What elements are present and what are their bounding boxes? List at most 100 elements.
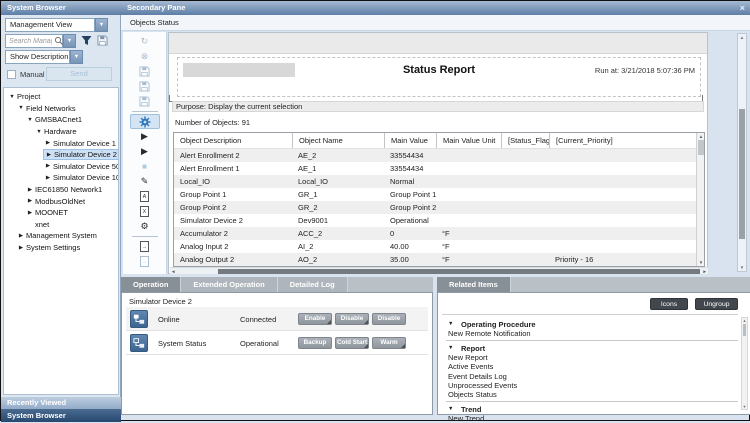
cold-start-button[interactable]: Cold Start — [335, 337, 369, 349]
scroll-down-icon[interactable]: ▼ — [697, 260, 705, 265]
operation-row-system-status: System Status Operational Backup Cold St… — [126, 331, 428, 355]
column-header: Object Name — [292, 133, 384, 148]
toolbar-separator — [132, 236, 158, 237]
tree-item-simulator-device-50[interactable]: ▶Simulator Device 50 — [4, 161, 118, 173]
edit-icon[interactable]: ✎ — [130, 174, 160, 189]
tree-item-management-system[interactable]: ▶Management System — [4, 230, 118, 242]
send-button[interactable]: Send — [46, 67, 112, 81]
save-as-icon[interactable] — [130, 79, 160, 94]
related-item-objects-status[interactable]: Objects Status — [446, 390, 738, 399]
tree-item-moonet[interactable]: ▶MOONET — [4, 207, 118, 219]
related-item-new-remote-notification[interactable]: New Remote Notification — [446, 329, 738, 338]
icons-button[interactable]: Icons — [650, 298, 688, 310]
related-item-new-trend[interactable]: New Trend — [446, 414, 738, 423]
related-item-event-details-log[interactable]: Event Details Log — [446, 372, 738, 381]
view-select[interactable]: Management View — [5, 18, 95, 32]
scroll-left-icon[interactable]: ◄ — [171, 268, 175, 275]
tree-item-simulator-device-100[interactable]: ▶Simulator Device 100 — [4, 172, 118, 184]
chevron-expanded-icon: ▼ — [446, 406, 460, 412]
cell — [436, 162, 501, 175]
search-dropdown-icon[interactable]: ▼ — [63, 34, 76, 48]
scroll-down-icon[interactable]: ▼ — [742, 404, 747, 409]
tree-item-xnet[interactable]: ▶xnet — [4, 219, 118, 231]
warm-start-button[interactable]: Warm Start — [372, 337, 406, 349]
cell: ACC_2 — [292, 227, 384, 240]
selected-device-label: Simulator Device 2 — [129, 297, 192, 306]
settings-gear-icon[interactable] — [130, 114, 160, 129]
group-trend[interactable]: ▼Trend — [446, 404, 738, 414]
backup-button[interactable]: Backup — [298, 337, 332, 349]
report-vertical-scrollbar[interactable]: ▲ ▼ — [737, 33, 747, 272]
stop-icon[interactable]: ■ — [130, 159, 160, 174]
export-icon[interactable]: → — [130, 239, 160, 254]
scroll-down-icon[interactable]: ▼ — [738, 265, 746, 270]
scroll-up-icon[interactable]: ▲ — [697, 134, 705, 139]
cell: °F — [436, 227, 501, 240]
close-icon[interactable]: × — [740, 1, 745, 15]
tree-item-simulator-device-1[interactable]: ▶Simulator Device 1 — [4, 137, 118, 149]
operation-panel: Operation Extended Operation Detailed Lo… — [121, 277, 433, 415]
group-operating-procedure[interactable]: ▼Operating Procedure — [446, 319, 738, 329]
cell: AE_2 — [292, 149, 384, 162]
save-filter-icon[interactable] — [97, 35, 109, 47]
ungroup-button[interactable]: Ungroup — [695, 298, 738, 310]
cell — [549, 214, 696, 227]
tree-item-gmsbacnet1[interactable]: ▼GMSBACnet1 — [4, 114, 118, 126]
enable-button[interactable]: Enable — [298, 313, 332, 325]
cell — [501, 240, 549, 253]
recently-viewed-bar[interactable]: Recently Viewed — [1, 397, 121, 409]
table-scrollbar[interactable]: ▲ ▼ — [696, 133, 704, 266]
cell — [436, 175, 501, 188]
tab-related-items[interactable]: Related Items — [437, 277, 510, 292]
tree-item-modbusoldnet[interactable]: ▶ModbusOldNet — [4, 195, 118, 207]
description-select[interactable]: Show Description — [5, 50, 70, 64]
chevron-down-icon[interactable]: ▼ — [95, 18, 108, 32]
disable-button[interactable]: Disable — [335, 313, 369, 325]
tab-detailed-log[interactable]: Detailed Log — [278, 277, 347, 292]
scroll-up-icon[interactable]: ▲ — [738, 35, 746, 40]
tree-item-hardware[interactable]: ▼Hardware — [4, 126, 118, 138]
chevron-collapsed-icon: ▶ — [17, 245, 25, 251]
import-icon[interactable]: → — [130, 254, 160, 269]
scrollbar-thumb[interactable] — [698, 140, 704, 155]
filter-icon[interactable] — [81, 35, 93, 47]
operation-tabbar: Operation Extended Operation Detailed Lo… — [121, 277, 433, 292]
tree-item-field-networks[interactable]: ▼Field Networks — [4, 103, 118, 115]
manual-checkbox[interactable] — [7, 70, 16, 79]
tab-operation[interactable]: Operation — [121, 277, 180, 292]
cell: Alert Enrollment 1 — [174, 162, 292, 175]
group-report[interactable]: ▼Report — [446, 343, 738, 353]
system-browser-bar[interactable]: System Browser — [1, 409, 121, 422]
save-all-icon[interactable] — [130, 94, 160, 109]
horizontal-scrollbar[interactable]: ◄ ► — [170, 267, 708, 274]
tree-item-iec61850-network1[interactable]: ▶IEC61850 Network1 — [4, 184, 118, 196]
cell: Simulator Device 2 — [174, 214, 292, 227]
run-with-options-icon[interactable]: ▶ — [130, 144, 160, 159]
report-settings-icon[interactable]: ⚙ — [130, 219, 160, 234]
tree-item-simulator-device-2[interactable]: ▶Simulator Device 2 — [4, 149, 118, 161]
related-item-unprocessed-events[interactable]: Unprocessed Events — [446, 381, 738, 390]
tab-extended-operation[interactable]: Extended Operation — [181, 277, 276, 292]
chevron-collapsed-icon: ▶ — [44, 175, 52, 181]
disable-init-button[interactable]: Disable Init — [372, 313, 406, 325]
scroll-right-icon[interactable]: ► — [703, 268, 707, 275]
save-icon[interactable] — [130, 64, 160, 79]
related-items-scrollbar[interactable]: ▲ ▼ — [741, 317, 748, 410]
scroll-up-icon[interactable]: ▲ — [742, 318, 747, 323]
scrollbar-thumb[interactable] — [743, 324, 746, 336]
export-pdf-icon[interactable]: A — [130, 189, 160, 204]
scrollbar-thumb[interactable] — [739, 109, 745, 239]
tab-objects-status[interactable]: Objects Status — [121, 15, 750, 31]
run-report-icon[interactable]: ↻ — [130, 34, 160, 49]
related-item-active-events[interactable]: Active Events — [446, 362, 738, 371]
export-excel-icon[interactable]: X — [130, 204, 160, 219]
cancel-icon[interactable]: ⊗ — [130, 49, 160, 64]
tree-item-project[interactable]: ▼Project — [4, 91, 118, 103]
tree-item-system-settings[interactable]: ▶System Settings — [4, 242, 118, 254]
chevron-down-icon[interactable]: ▼ — [70, 50, 83, 64]
run-icon[interactable]: ▶ — [130, 129, 160, 144]
cell — [549, 240, 696, 253]
scrollbar-thumb[interactable] — [218, 269, 700, 274]
table-row: Simulator Device 2Dev9001Operational — [174, 214, 696, 227]
related-item-new-report[interactable]: New Report — [446, 353, 738, 362]
